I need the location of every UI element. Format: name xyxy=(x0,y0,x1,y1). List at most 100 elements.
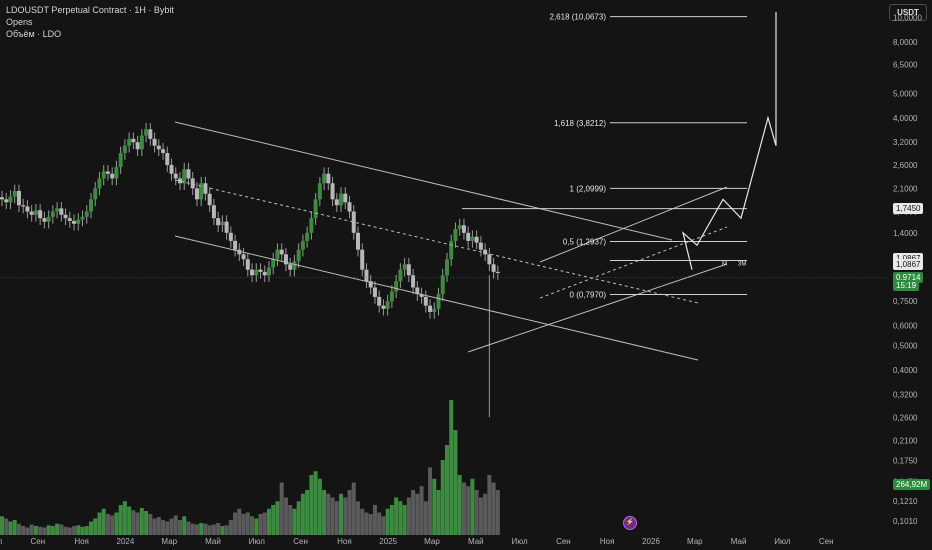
volume-bar xyxy=(326,493,331,535)
volume-bar xyxy=(394,497,399,535)
candle xyxy=(262,271,267,276)
x-tick-label: Ноя xyxy=(600,537,615,546)
y-tick-label: 8,0000 xyxy=(893,38,918,47)
price-tag: 1,0867 xyxy=(893,259,924,271)
candle xyxy=(114,167,119,179)
volume-bar xyxy=(12,520,17,535)
candle xyxy=(334,199,339,206)
candle xyxy=(296,249,301,262)
volume-bar xyxy=(411,490,416,535)
candle xyxy=(173,173,178,179)
volume-bar xyxy=(360,508,365,535)
volume-bar xyxy=(203,523,208,535)
volume-bar xyxy=(194,524,199,535)
candle xyxy=(127,138,132,146)
volume-bar xyxy=(4,518,9,535)
candle xyxy=(457,225,462,229)
candle xyxy=(364,269,369,282)
volume-bar xyxy=(288,505,293,535)
volume-bar xyxy=(474,490,479,535)
candle xyxy=(88,199,93,212)
volume-bar xyxy=(283,497,288,535)
volume-bar xyxy=(199,523,204,535)
volume-bar xyxy=(364,512,369,535)
candle xyxy=(220,221,225,226)
volume-bar xyxy=(101,508,106,535)
volume-bar xyxy=(309,475,314,535)
candle xyxy=(16,191,21,206)
volume-bar xyxy=(33,526,38,535)
candle xyxy=(444,259,449,276)
volume-bar xyxy=(347,490,352,535)
volume-bar xyxy=(211,524,216,535)
volume-bar xyxy=(245,512,250,535)
candle xyxy=(258,269,263,272)
candle xyxy=(12,191,17,197)
volume-bar xyxy=(152,518,157,535)
volume-bar xyxy=(139,508,144,535)
volume-bar xyxy=(216,523,221,535)
volume-bar xyxy=(135,512,140,535)
volume-bar xyxy=(254,518,259,535)
volume-tag: 264,92M xyxy=(893,479,931,490)
candle xyxy=(110,173,115,179)
price-chart[interactable]: 0,10100,12100,14500,17500,21000,26000,32… xyxy=(0,0,932,550)
volume-bar xyxy=(428,467,433,535)
candle xyxy=(440,275,445,295)
volume-bar xyxy=(339,493,344,535)
candle xyxy=(495,271,500,274)
volume-bar xyxy=(127,506,132,535)
volume-bar xyxy=(402,505,407,535)
candle xyxy=(288,264,293,270)
y-tick-label: 2,6000 xyxy=(893,161,918,170)
lightning-icon[interactable]: ⚡ xyxy=(623,516,637,530)
candle xyxy=(300,240,305,250)
volume-bar xyxy=(241,514,246,535)
volume-bar xyxy=(80,526,85,535)
volume-bar xyxy=(440,460,445,535)
volume-bar xyxy=(46,525,51,535)
candle xyxy=(165,152,170,165)
x-tick-label: Сен xyxy=(556,537,571,546)
volume-bar xyxy=(177,520,182,535)
candle xyxy=(228,232,233,241)
candle xyxy=(487,254,492,265)
fib-level-label: 0,5 (1,2937) xyxy=(563,237,606,246)
fib-level-label: 0 (0,7970) xyxy=(570,291,607,300)
candle xyxy=(406,264,411,276)
candle xyxy=(423,296,428,306)
volume-bar xyxy=(118,505,123,535)
rising-resistance-line xyxy=(539,186,728,263)
volume-bar xyxy=(122,501,127,535)
candle xyxy=(93,188,98,200)
volume-bar xyxy=(271,505,276,535)
volume-bar xyxy=(38,526,43,535)
volume-bar xyxy=(419,486,424,535)
candle xyxy=(266,267,271,276)
candle xyxy=(131,138,136,143)
volume-bar xyxy=(114,512,119,535)
candle xyxy=(211,205,216,219)
timeframe-label: M xyxy=(722,261,727,267)
candle xyxy=(394,281,399,292)
volume-bar xyxy=(305,490,310,535)
candle xyxy=(161,149,166,153)
candle xyxy=(411,275,416,288)
x-tick-label: Июл xyxy=(774,537,791,546)
candle xyxy=(152,138,157,146)
x-tick-label: Май xyxy=(468,537,484,546)
y-tick-label: 0,7500 xyxy=(893,297,918,306)
candle xyxy=(207,193,212,206)
candle xyxy=(72,220,77,224)
volume-bar xyxy=(258,514,263,535)
volume-bar xyxy=(110,515,115,535)
candle xyxy=(33,210,38,215)
candle xyxy=(330,183,335,200)
candle xyxy=(279,249,284,255)
volume-bar xyxy=(266,508,271,535)
candle xyxy=(4,199,9,203)
volume-bar xyxy=(105,514,110,535)
volume-bar xyxy=(300,493,305,535)
candle xyxy=(347,202,352,212)
candle xyxy=(156,145,161,150)
